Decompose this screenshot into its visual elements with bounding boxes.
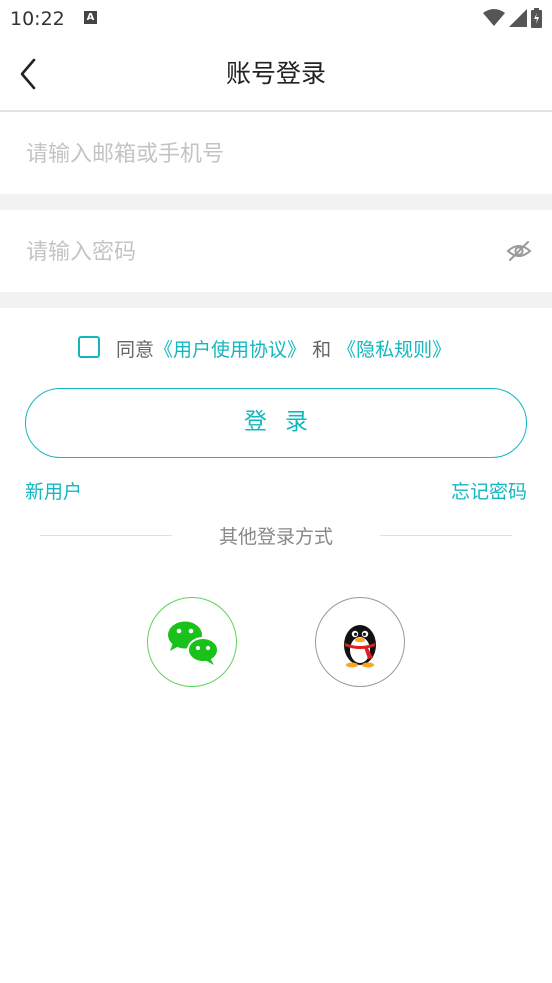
notification-icon: A xyxy=(84,11,97,24)
eye-off-icon xyxy=(506,241,532,261)
forgot-password-link[interactable]: 忘记密码 xyxy=(451,477,527,504)
user-agreement-link[interactable]: 《用户使用协议》 xyxy=(154,339,306,361)
other-login-divider: 其他登录方式 xyxy=(0,522,552,550)
agreement-conjunction: 和 xyxy=(312,339,332,361)
password-visibility-toggle[interactable] xyxy=(506,238,532,264)
chevron-left-icon xyxy=(20,58,36,90)
agreement-text: 同意《用户使用协议》 和 《隐私规则》 xyxy=(116,335,451,362)
page-title: 账号登录 xyxy=(225,59,326,88)
account-row xyxy=(0,112,552,196)
back-button[interactable] xyxy=(14,56,44,92)
status-bar: 10:22 A xyxy=(0,0,552,38)
agreement-checkbox[interactable] xyxy=(78,336,100,358)
agreement-row: 同意《用户使用协议》 和 《隐私规则》 xyxy=(0,333,552,365)
divider-band xyxy=(0,194,552,210)
account-input[interactable] xyxy=(24,112,488,196)
password-input[interactable] xyxy=(24,210,488,294)
divider-band xyxy=(0,292,552,308)
qq-login-button[interactable] xyxy=(315,597,405,687)
qq-icon xyxy=(344,625,376,668)
new-user-link[interactable]: 新用户 xyxy=(25,477,82,504)
agreement-prefix: 同意 xyxy=(116,339,155,361)
nav-bar: 账号登录 xyxy=(0,38,552,110)
wechat-icon xyxy=(168,621,219,665)
divider-line-right xyxy=(380,535,512,536)
battery-icon xyxy=(531,8,542,28)
status-time: 10:22 xyxy=(10,8,65,30)
status-icons xyxy=(483,8,542,28)
login-button[interactable]: 登录 xyxy=(25,388,527,458)
signal-icon xyxy=(509,9,527,27)
wechat-login-button[interactable] xyxy=(147,597,237,687)
wifi-icon xyxy=(483,9,505,26)
privacy-policy-link[interactable]: 《隐私规则》 xyxy=(337,339,451,361)
password-row xyxy=(0,210,552,294)
